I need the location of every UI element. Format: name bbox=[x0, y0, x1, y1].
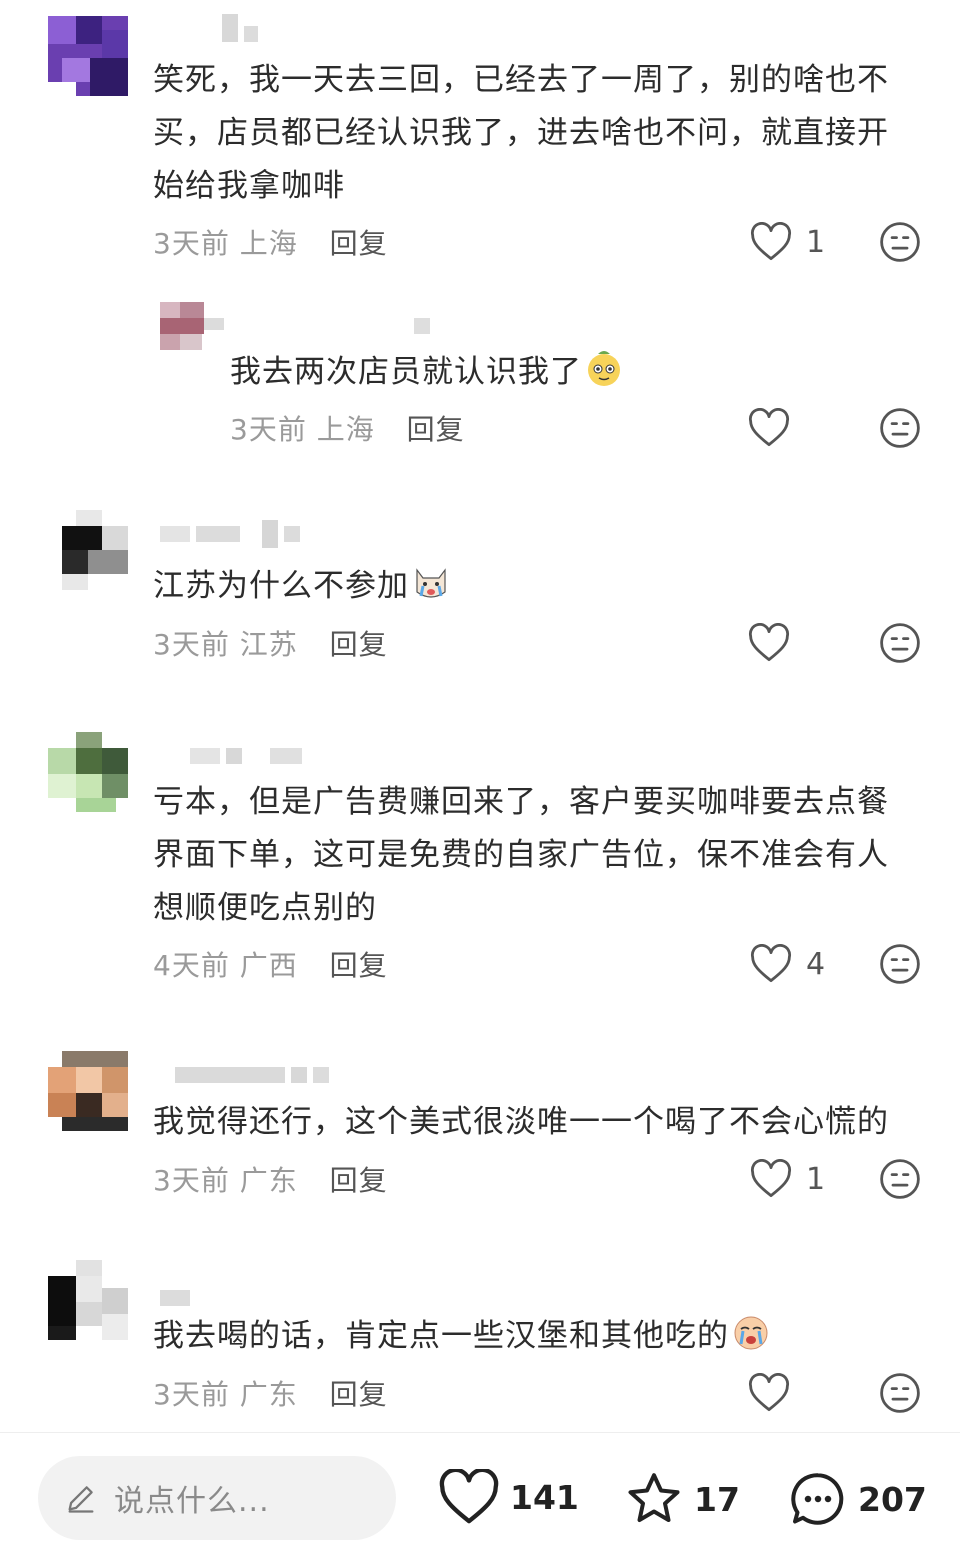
heart-icon bbox=[750, 944, 792, 983]
reply-button[interactable]: 回复 bbox=[330, 1164, 388, 1197]
post-comment-count: 207 bbox=[858, 1479, 927, 1519]
comment-meta: 3天前 上海 回复 bbox=[230, 408, 465, 448]
comment-time: 3天前 bbox=[230, 413, 307, 446]
like-count: 1 bbox=[806, 1161, 826, 1197]
username-blurred[interactable] bbox=[160, 1290, 190, 1306]
comment-text: 笑死，我一天去三回，已经去了一周了，别的啥也不 买，店员都已经认识我了，进去啥也… bbox=[153, 62, 889, 204]
comment-meta: 3天前 广东 回复 bbox=[153, 1159, 388, 1199]
comment-meta: 3天前 上海 回复 bbox=[153, 222, 388, 262]
neutral-face-icon[interactable] bbox=[879, 622, 921, 664]
crying-dog-emoji bbox=[416, 568, 446, 598]
comment-time: 4天前 bbox=[153, 949, 230, 982]
post-star-count: 17 bbox=[694, 1479, 740, 1519]
comment-meta: 3天前 广东 回复 bbox=[153, 1373, 388, 1413]
comment-input[interactable]: 说点什么... bbox=[38, 1456, 396, 1540]
username-blurred[interactable] bbox=[414, 318, 430, 334]
reply-button[interactable]: 回复 bbox=[330, 949, 388, 982]
like-count: 4 bbox=[806, 946, 826, 982]
crying-face-emoji bbox=[734, 1316, 768, 1350]
comment-bubble-icon bbox=[791, 1473, 844, 1525]
avatar[interactable] bbox=[48, 1051, 128, 1131]
comment-location: 江苏 bbox=[239, 628, 298, 661]
comment-location: 广西 bbox=[239, 949, 298, 982]
like-count: 1 bbox=[806, 224, 826, 260]
post-like-count: 141 bbox=[510, 1477, 579, 1517]
like-button[interactable] bbox=[748, 1373, 804, 1413]
favorite-post-button[interactable]: 17 bbox=[624, 1469, 740, 1529]
heart-icon bbox=[750, 1159, 792, 1198]
reply-button[interactable]: 回复 bbox=[330, 628, 388, 661]
comment-time: 3天前 bbox=[153, 628, 230, 661]
bottom-action-bar: 说点什么... 141 17 207 bbox=[0, 1432, 960, 1565]
comment-text: 江苏为什么不参加 bbox=[153, 560, 451, 613]
username-blurred[interactable] bbox=[190, 748, 302, 764]
comment-location: 广东 bbox=[239, 1164, 298, 1197]
avatar[interactable] bbox=[48, 510, 128, 590]
comment-location: 上海 bbox=[239, 227, 298, 260]
username-blurred[interactable] bbox=[222, 14, 258, 42]
heart-icon bbox=[748, 408, 790, 447]
heart-icon bbox=[748, 1373, 790, 1412]
like-button[interactable] bbox=[748, 408, 804, 448]
username-blurred[interactable] bbox=[175, 1067, 329, 1083]
like-button[interactable] bbox=[748, 623, 804, 663]
reply-button[interactable]: 回复 bbox=[330, 227, 388, 260]
neutral-face-icon[interactable] bbox=[879, 943, 921, 985]
cheeky-face-emoji bbox=[588, 351, 620, 386]
avatar[interactable] bbox=[160, 302, 224, 350]
comment-time: 3天前 bbox=[153, 1378, 230, 1411]
comment-meta: 3天前 江苏 回复 bbox=[153, 623, 388, 663]
comment-time: 3天前 bbox=[153, 227, 230, 260]
comment-meta: 4天前 广西 回复 bbox=[153, 944, 388, 984]
avatar[interactable] bbox=[48, 732, 128, 812]
like-button[interactable]: 1 bbox=[750, 1159, 825, 1199]
heart-icon bbox=[750, 222, 792, 261]
neutral-face-icon[interactable] bbox=[879, 407, 921, 449]
heart-icon bbox=[748, 623, 790, 662]
comment-text: 亏本，但是广告费赚回来了，客户要买咖啡要去点餐 界面下单，这可是免费的自家广告位… bbox=[153, 784, 889, 926]
comment-post-button[interactable]: 207 bbox=[788, 1469, 927, 1529]
comment-time: 3天前 bbox=[153, 1164, 230, 1197]
like-button[interactable]: 1 bbox=[750, 222, 825, 262]
comment-text: 我觉得还行，这个美式很淡唯一一个喝了不会心慌的 bbox=[153, 1104, 889, 1140]
avatar[interactable] bbox=[48, 16, 128, 96]
comment-location: 上海 bbox=[316, 413, 375, 446]
comment-text: 我去喝的话，肯定点一些汉堡和其他吃的 bbox=[153, 1310, 771, 1363]
reply-button[interactable]: 回复 bbox=[407, 413, 465, 446]
heart-icon bbox=[439, 1469, 499, 1524]
comment-location: 广东 bbox=[239, 1378, 298, 1411]
neutral-face-icon[interactable] bbox=[879, 1372, 921, 1414]
comment-input-placeholder: 说点什么... bbox=[114, 1484, 270, 1519]
neutral-face-icon[interactable] bbox=[879, 221, 921, 263]
star-icon bbox=[628, 1473, 680, 1522]
reply-button[interactable]: 回复 bbox=[330, 1378, 388, 1411]
avatar[interactable] bbox=[48, 1260, 128, 1340]
neutral-face-icon[interactable] bbox=[879, 1158, 921, 1200]
pencil-icon bbox=[68, 1486, 94, 1513]
like-post-button[interactable]: 141 bbox=[438, 1469, 579, 1525]
comment-text: 我去两次店员就认识我了 bbox=[230, 346, 624, 399]
like-button[interactable]: 4 bbox=[750, 944, 825, 984]
username-blurred[interactable] bbox=[160, 520, 300, 548]
